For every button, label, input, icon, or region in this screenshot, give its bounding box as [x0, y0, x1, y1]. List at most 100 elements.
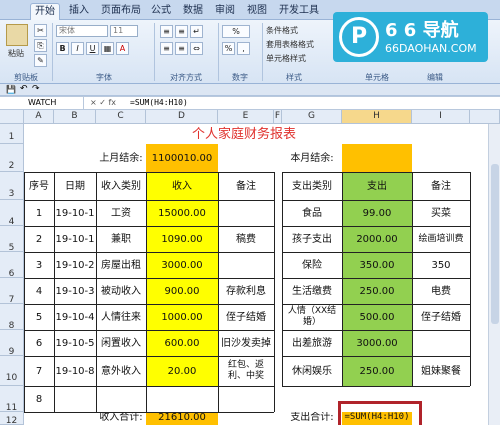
tab-review[interactable]: 审阅 — [210, 3, 240, 20]
comma-icon[interactable]: , — [237, 42, 250, 55]
font-color-icon[interactable]: A — [116, 42, 129, 55]
income-cell-note[interactable]: 侄子结婚 — [218, 304, 274, 330]
formula-symbols[interactable]: × ✓ fx — [90, 97, 126, 109]
font-size-box[interactable]: 11 — [110, 25, 138, 37]
save-icon[interactable]: 💾 — [6, 85, 16, 94]
expense-cell-category[interactable]: 休闲娱乐 — [282, 356, 342, 386]
underline-icon[interactable]: U — [86, 42, 99, 55]
income-cell-index[interactable]: 2 — [24, 226, 54, 252]
expense-cell-amount[interactable]: 2000.00 — [342, 226, 412, 252]
undo-icon[interactable]: ↶ — [20, 84, 28, 94]
expense-cell-amount[interactable]: 99.00 — [342, 200, 412, 226]
italic-icon[interactable]: I — [71, 42, 84, 55]
column-header-d[interactable]: D — [146, 110, 218, 124]
income-cell-index[interactable]: 4 — [24, 278, 54, 304]
income-cell-category[interactable]: 房屋出租 — [96, 252, 146, 278]
header-income-category[interactable]: 收入类别 — [96, 172, 146, 200]
income-cell-amount[interactable]: 20.00 — [146, 356, 218, 386]
expense-cell-amount[interactable]: 250.00 — [342, 278, 412, 304]
income-cell-index[interactable]: 6 — [24, 330, 54, 356]
this-balance-value[interactable] — [342, 144, 412, 172]
vertical-scrollbar[interactable] — [488, 124, 500, 425]
income-cell-category[interactable]: 被动收入 — [96, 278, 146, 304]
income-total-label[interactable]: 收入合计: — [96, 412, 146, 425]
row-header-11[interactable]: 11 — [0, 386, 24, 413]
column-header-h[interactable]: H — [342, 110, 412, 124]
row-header-9[interactable]: 9 — [0, 330, 24, 357]
expense-cell-note[interactable]: 侄子结婚 — [412, 304, 470, 330]
tab-developer[interactable]: 开发工具 — [276, 3, 322, 20]
row-header-8[interactable]: 8 — [0, 304, 24, 331]
sheet-title[interactable]: 个人家庭财务报表 — [146, 124, 342, 144]
column-header-i[interactable]: I — [412, 110, 470, 124]
income-cell-note[interactable]: 红包、返利、中奖 — [218, 356, 274, 386]
number-format-icon[interactable]: % — [222, 25, 250, 38]
income-cell-index[interactable]: 3 — [24, 252, 54, 278]
expense-cell-note[interactable]: 350 — [412, 252, 470, 278]
table-format-button[interactable]: 套用表格格式 — [266, 40, 314, 50]
expense-cell-note[interactable]: 姐妹聚餐 — [412, 356, 470, 386]
tab-data[interactable]: 数据 — [178, 3, 208, 20]
column-header-g[interactable]: G — [282, 110, 342, 124]
row-header-6[interactable]: 6 — [0, 252, 24, 279]
income-cell-date[interactable]: 19-10-1 — [54, 226, 96, 252]
name-box[interactable]: WATCH — [2, 97, 84, 109]
expense-cell-amount[interactable]: 3000.00 — [342, 330, 412, 356]
income-cell-amount[interactable]: 1000.00 — [146, 304, 218, 330]
paste-button[interactable]: 粘贴 — [8, 49, 24, 59]
last-balance-value[interactable]: 1100010.00 — [146, 144, 218, 172]
income-cell-amount[interactable]: 3000.00 — [146, 252, 218, 278]
income-cell-index[interactable]: 5 — [24, 304, 54, 330]
income-cell-amount[interactable]: 900.00 — [146, 278, 218, 304]
redo-icon[interactable]: ↷ — [32, 84, 40, 94]
row-header-4[interactable]: 4 — [0, 200, 24, 227]
formula-input[interactable]: =SUM(H4:H10) — [130, 97, 498, 109]
header-date[interactable]: 日期 — [54, 172, 96, 200]
tab-formulas[interactable]: 公式 — [146, 3, 176, 20]
expense-cell-amount[interactable]: 350.00 — [342, 252, 412, 278]
income-cell-note[interactable]: 旧沙发卖掉 — [218, 330, 274, 356]
income-cell-note[interactable]: 稿费 — [218, 226, 274, 252]
income-cell-category[interactable]: 人情往来 — [96, 304, 146, 330]
select-all-corner[interactable] — [0, 110, 24, 124]
copy-icon[interactable]: ⎘ — [34, 39, 47, 52]
format-painter-icon[interactable]: ✎ — [34, 54, 47, 67]
income-cell-category[interactable]: 兼职 — [96, 226, 146, 252]
cut-icon[interactable]: ✂ — [34, 24, 47, 37]
percent-icon[interactable]: % — [222, 42, 235, 55]
header-index[interactable]: 序号 — [24, 172, 54, 200]
column-header-f[interactable]: F — [274, 110, 282, 124]
expense-cell-note[interactable]: 电费 — [412, 278, 470, 304]
font-name-box[interactable]: 宋体 — [56, 25, 108, 37]
tab-home[interactable]: 开始 — [30, 3, 60, 20]
row-header-1[interactable]: 1 — [0, 124, 24, 144]
align-top-icon[interactable]: ≡ — [160, 25, 173, 38]
income-cell-note[interactable] — [218, 252, 274, 278]
income-cell-date[interactable]: 19-10-5 — [54, 330, 96, 356]
bold-icon[interactable]: B — [56, 42, 69, 55]
tab-view[interactable]: 视图 — [242, 3, 272, 20]
align-left-icon[interactable]: ≡ — [160, 42, 173, 55]
conditional-format-button[interactable]: 条件格式 — [266, 26, 298, 36]
income-cell-date[interactable]: 19-10-2 — [54, 252, 96, 278]
income-cell-index[interactable]: 7 — [24, 356, 54, 386]
column-header-c[interactable]: C — [96, 110, 146, 124]
tab-insert[interactable]: 插入 — [64, 3, 94, 20]
expense-cell-category[interactable]: 出差旅游 — [282, 330, 342, 356]
expense-total-label[interactable]: 支出合计: — [282, 412, 342, 425]
income-cell-index[interactable]: 8 — [24, 386, 54, 412]
expense-cell-amount[interactable]: 250.00 — [342, 356, 412, 386]
row-header-3[interactable]: 3 — [0, 172, 24, 200]
expense-cell-category[interactable]: 保险 — [282, 252, 342, 278]
header-expense-category[interactable]: 支出类别 — [282, 172, 342, 200]
income-cell-note[interactable]: 存款利息 — [218, 278, 274, 304]
header-expense[interactable]: 支出 — [342, 172, 412, 200]
tab-page-layout[interactable]: 页面布局 — [98, 3, 144, 20]
expense-cell-amount[interactable]: 500.00 — [342, 304, 412, 330]
income-cell-note[interactable] — [218, 200, 274, 226]
border-icon[interactable]: ▦ — [101, 42, 114, 55]
income-cell-category[interactable]: 工资 — [96, 200, 146, 226]
row-header-10[interactable]: 10 — [0, 356, 24, 386]
row-header-5[interactable]: 5 — [0, 226, 24, 253]
align-middle-icon[interactable]: ≡ — [175, 25, 188, 38]
